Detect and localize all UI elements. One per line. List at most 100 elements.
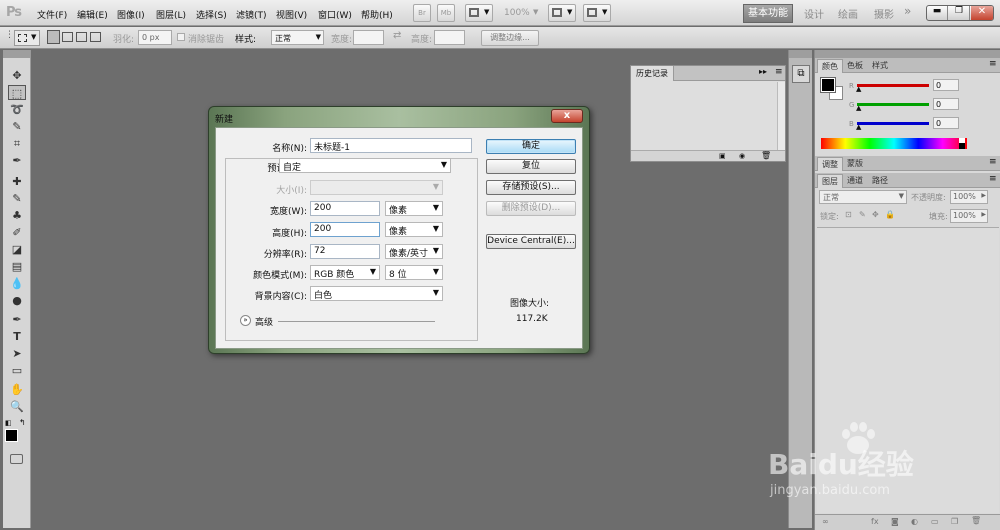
panel-menu-icon[interactable]: ≡ [989,174,997,184]
color-panel-foreground-swatch[interactable] [820,77,836,93]
path-selection-tool-icon[interactable]: ➤ [8,346,26,361]
restore-icon[interactable]: ❐ [949,6,970,20]
menu-edit[interactable]: 编辑(E) [77,8,108,21]
save-preset-button[interactable]: 存储预设(S)... [486,180,576,195]
blur-tool-icon[interactable]: 💧 [8,276,26,291]
device-central-button[interactable]: Device Central(E)... [486,234,576,249]
workspace-design[interactable]: 设计 [804,6,824,21]
lasso-tool-icon[interactable]: ➰ [8,102,26,117]
reset-button[interactable]: 复位 [486,159,576,174]
tab-swatches[interactable]: 色板 [843,59,867,73]
screen-mode-button[interactable]: ▼ [583,4,611,22]
dialog-close-button[interactable]: x [551,109,583,123]
height-input[interactable] [434,30,465,45]
close-icon[interactable]: ✕ [971,6,993,20]
slider-thumb-icon[interactable]: ▲ [856,104,861,112]
lock-all-icon[interactable]: 🔒 [885,210,895,219]
lock-position-icon[interactable]: ✥ [872,210,879,219]
bit-depth-dropdown[interactable]: 8 位 ▼ [385,265,443,280]
channel-b-slider[interactable] [857,122,929,125]
group-icon[interactable]: ▭ [931,517,939,526]
intersect-selection-icon[interactable] [90,32,101,42]
delete-preset-button[interactable]: 删除预设(D)... [486,201,576,216]
subtract-selection-icon[interactable] [76,32,87,42]
rectangular-marquee-tool-icon[interactable]: ⬚ [8,85,26,100]
menu-filter[interactable]: 滤镜(T) [236,8,267,21]
new-document-from-state-icon[interactable]: ▣ [719,152,726,160]
antialias-checkbox[interactable] [177,33,185,41]
snapshot-icon[interactable]: ◉ [739,152,745,160]
default-colors-icon[interactable]: ◧ [5,419,12,427]
swap-icon[interactable]: ⇄ [393,30,401,41]
channel-r-slider[interactable] [857,84,929,87]
bridge-button[interactable]: Br [413,4,431,22]
new-layer-icon[interactable]: ❐ [951,517,958,526]
resolution-input[interactable]: 72 [310,244,380,259]
tab-color[interactable]: 颜色 [817,59,843,73]
lock-transparency-icon[interactable]: ⊡ [845,210,852,219]
menu-select[interactable]: 选择(S) [196,8,227,21]
arrange-documents-button[interactable]: ▼ [548,4,576,22]
feather-input[interactable]: 0 px [138,30,172,45]
add-selection-icon[interactable] [62,32,73,42]
name-input[interactable]: 未标题-1 [310,138,472,153]
tab-masks[interactable]: 蒙版 [843,157,867,171]
tab-paths[interactable]: 路径 [868,174,892,188]
trash-icon[interactable]: 🗑 [761,151,771,160]
hand-tool-icon[interactable]: ✋ [8,382,26,397]
extras-button[interactable]: ▼ [465,4,493,22]
foreground-color-swatch[interactable] [5,429,18,442]
channel-r-input[interactable]: 0 [933,79,959,91]
style-dropdown[interactable]: 正常 ▼ [271,30,324,45]
menu-help[interactable]: 帮助(H) [361,8,393,21]
workspace-painting[interactable]: 绘画 [838,6,858,21]
menu-file[interactable]: 文件(F) [37,8,67,21]
channel-b-input[interactable]: 0 [933,117,959,129]
menu-image[interactable]: 图像(I) [117,8,145,21]
menu-layer[interactable]: 图层(L) [156,8,186,21]
channel-g-input[interactable]: 0 [933,98,959,110]
adjustment-layer-icon[interactable]: ◐ [911,517,918,526]
tab-history[interactable]: 历史记录 [631,66,674,81]
slider-thumb-icon[interactable]: ▲ [856,123,861,131]
swap-colors-icon[interactable]: ↰ [19,418,26,427]
zoom-tool-icon[interactable]: 🔍 [8,399,26,414]
height-input[interactable]: 200 [310,222,380,237]
panel-menu-icon[interactable]: ≡ [989,157,997,167]
dock-header[interactable] [789,50,812,58]
blend-mode-dropdown[interactable]: 正常 ▼ [819,190,907,204]
width-input[interactable]: 200 [310,201,380,216]
rectangle-tool-icon[interactable]: ▭ [8,363,26,378]
preset-dropdown[interactable]: 自定 ▼ [279,158,451,173]
menu-window[interactable]: 窗口(W) [318,8,352,21]
tab-styles[interactable]: 样式 [868,59,892,73]
menu-view[interactable]: 视图(V) [276,8,307,21]
width-unit-dropdown[interactable]: 像素 ▼ [385,201,443,216]
spectrum-black-swatch[interactable] [959,143,965,149]
workspace-photography[interactable]: 摄影 [874,6,894,21]
crop-tool-icon[interactable]: ⌗ [8,136,26,151]
history-brush-tool-icon[interactable]: ✐ [8,225,26,240]
pen-tool-icon[interactable]: ✒ [8,312,26,327]
move-tool-icon[interactable]: ✥ [8,68,26,83]
tab-channels[interactable]: 通道 [843,174,867,188]
size-dropdown[interactable]: ▼ [310,180,443,195]
opacity-input[interactable]: 100% ▶ [950,190,988,204]
trash-icon[interactable]: 🗑 [971,516,981,525]
layer-style-icon[interactable]: fx [871,517,879,526]
eraser-tool-icon[interactable]: ◪ [8,242,26,257]
quick-mask-icon[interactable] [10,454,23,464]
tab-adjustments[interactable]: 调整 [817,157,843,171]
link-layers-icon[interactable]: ∞ [822,517,829,526]
quick-selection-tool-icon[interactable]: ✎ [8,119,26,134]
fill-input[interactable]: 100% ▶ [950,209,988,223]
height-unit-dropdown[interactable]: 像素 ▼ [385,222,443,237]
panel-menu-icon[interactable]: ≡ [989,59,997,69]
mini-bridge-button[interactable]: Mb [437,4,455,22]
lock-pixels-icon[interactable]: ✎ [859,210,866,219]
type-tool-icon[interactable]: T [8,329,26,344]
tool-preset-picker[interactable]: ▼ [14,30,40,46]
zoom-dropdown-icon[interactable]: ▼ [533,8,538,16]
layer-mask-icon[interactable]: ◙ [891,517,899,526]
width-input[interactable] [353,30,384,45]
